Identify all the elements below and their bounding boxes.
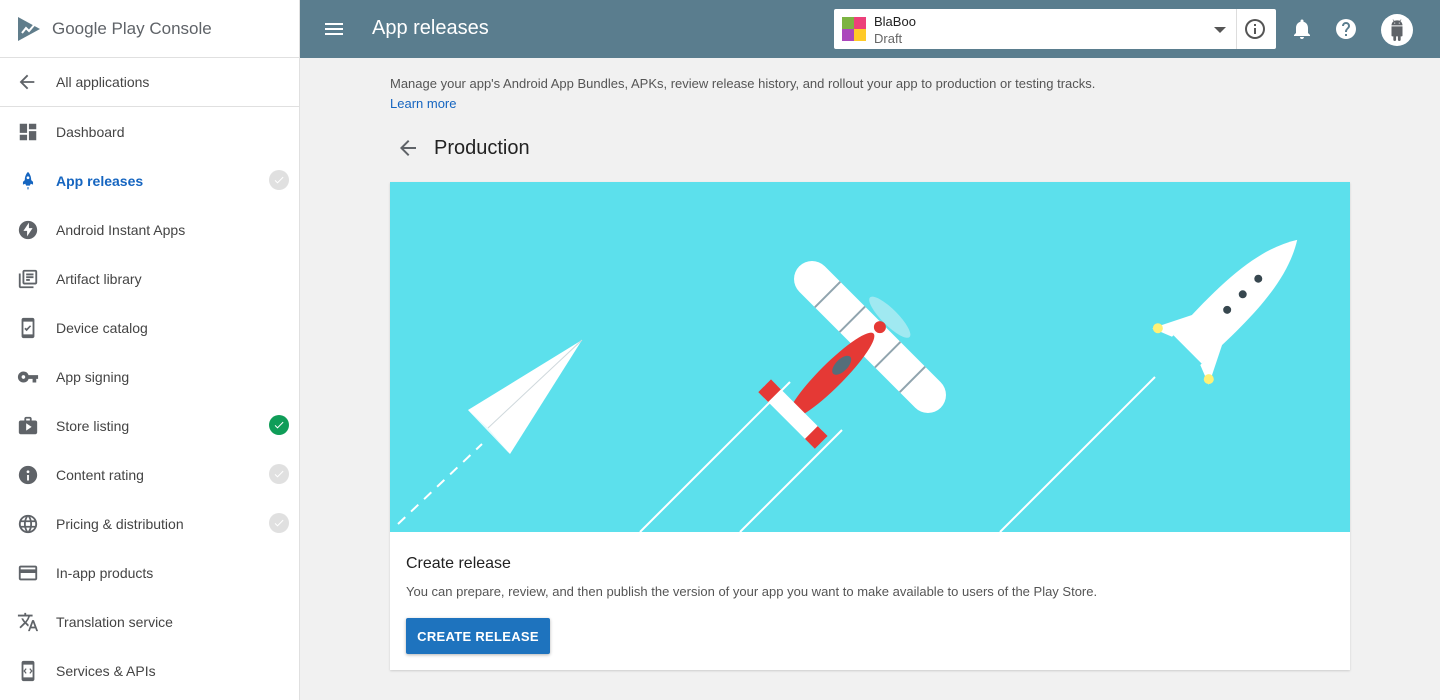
rocket-ship-icon [1152, 239, 1298, 385]
app-name: BlaBoo [874, 14, 916, 29]
sidebar-item-in-app-products[interactable]: In-app products [0, 548, 299, 597]
learn-more-link[interactable]: Learn more [390, 96, 456, 111]
translate-icon [16, 610, 40, 634]
android-icon [1391, 19, 1403, 41]
device-icon [16, 316, 40, 340]
sidebar-item-label: Device catalog [56, 319, 148, 336]
bolt-icon [16, 218, 40, 242]
rocket-icon [16, 169, 40, 193]
help-icon[interactable] [1334, 17, 1358, 41]
menu-icon[interactable] [322, 17, 346, 41]
app-status: Draft [874, 31, 903, 46]
card-title: Create release [406, 555, 511, 572]
sidebar-item-label: Content rating [56, 466, 144, 483]
sidebar-item-label: Services & APIs [56, 662, 156, 679]
sidebar-item-content-rating[interactable]: Content rating [0, 450, 299, 499]
arrow-back-icon[interactable] [396, 136, 420, 160]
api-icon [16, 659, 40, 683]
sidebar-nav: Dashboard App releases Android Instant A… [0, 107, 299, 695]
hero-illustration [390, 182, 1350, 532]
sidebar-item-label: Artifact library [56, 270, 142, 287]
library-icon [16, 267, 40, 291]
page-title: Production [434, 137, 530, 159]
sidebar-item-translation-service[interactable]: Translation service [0, 597, 299, 646]
play-console-logo-icon [18, 16, 40, 41]
sidebar-item-label: Pricing & distribution [56, 515, 184, 532]
paper-plane-icon [468, 339, 583, 454]
create-release-card: Create release You can prepare, review, … [390, 182, 1350, 670]
notifications-bell-icon[interactable] [1290, 17, 1314, 41]
biplane-icon [758, 261, 946, 449]
sidebar: Google Play Console All applications Das… [0, 0, 300, 700]
dashboard-icon [16, 120, 40, 144]
flying-objects-illustration [397, 239, 1298, 532]
brand-name: Google Play Console [52, 18, 212, 38]
status-done-check-icon [269, 415, 289, 435]
sidebar-item-services-apis[interactable]: Services & APIs [0, 646, 299, 695]
all-applications-link[interactable]: All applications [0, 58, 299, 107]
sidebar-item-label: App signing [56, 368, 130, 385]
dropdown-caret-icon[interactable] [1214, 27, 1226, 33]
sidebar-item-label: In-app products [56, 564, 154, 581]
app-logo-icon [842, 17, 866, 41]
sidebar-item-device-catalog[interactable]: Device catalog [0, 303, 299, 352]
brand-header[interactable]: Google Play Console [0, 0, 299, 58]
top-app-bar: App releases BlaBoo Draft [300, 0, 1440, 58]
paper-plane-trail [397, 443, 483, 525]
sidebar-item-android-instant-apps[interactable]: Android Instant Apps [0, 205, 299, 254]
all-applications-label: All applications [56, 74, 150, 90]
rating-icon [16, 463, 40, 487]
arrow-back-icon [19, 74, 35, 90]
sidebar-item-app-signing[interactable]: App signing [0, 352, 299, 401]
sidebar-item-store-listing[interactable]: Store listing [0, 401, 299, 450]
sidebar-item-dashboard[interactable]: Dashboard [0, 107, 299, 156]
card-description: You can prepare, review, and then publis… [406, 584, 1098, 599]
create-release-button[interactable]: CREATE RELEASE [406, 618, 550, 654]
sidebar-item-app-releases[interactable]: App releases [0, 156, 299, 205]
store-icon [16, 414, 40, 438]
info-icon[interactable] [1243, 17, 1267, 41]
globe-icon [16, 512, 40, 536]
sidebar-item-label: Android Instant Apps [56, 221, 186, 238]
app-selector[interactable]: BlaBoo Draft [834, 9, 1276, 49]
sidebar-item-label: Dashboard [56, 123, 125, 140]
intro-text: Manage your app's Android App Bundles, A… [390, 76, 1096, 91]
key-icon [16, 365, 40, 389]
sidebar-item-artifact-library[interactable]: Artifact library [0, 254, 299, 303]
status-pending-check-icon [269, 464, 289, 484]
status-pending-check-icon [269, 170, 289, 190]
sidebar-item-label: App releases [56, 172, 144, 189]
page-header-title: App releases [372, 17, 489, 39]
card-icon [16, 561, 40, 585]
status-pending-check-icon [269, 513, 289, 533]
sidebar-item-label: Translation service [56, 613, 173, 630]
divider [1236, 9, 1237, 49]
account-avatar[interactable] [1381, 14, 1413, 46]
sidebar-item-pricing-distribution[interactable]: Pricing & distribution [0, 499, 299, 548]
sidebar-item-label: Store listing [56, 417, 130, 434]
